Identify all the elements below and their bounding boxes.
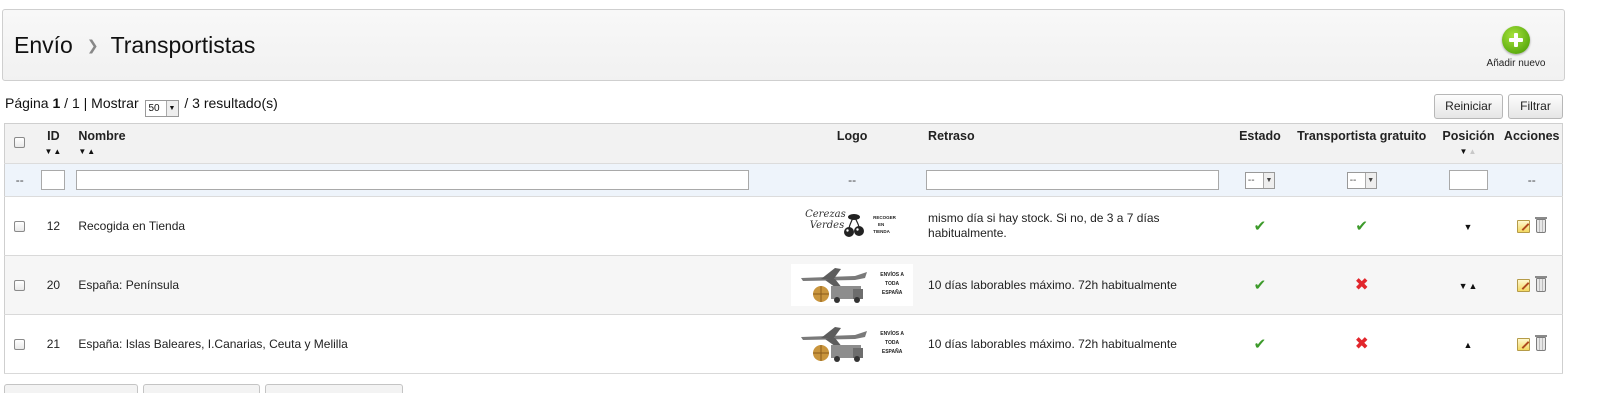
per-page-select[interactable]: 50 ▼	[144, 100, 179, 117]
row-delay: mismo día si hay stock. Si no, de 3 a 7 …	[922, 196, 1232, 256]
column-header-actions: Acciones	[1501, 123, 1563, 164]
filter-delay-input[interactable]	[926, 170, 1220, 190]
filter-actions-placeholder: --	[1501, 163, 1563, 197]
check-icon[interactable]: ✔	[1254, 336, 1267, 353]
filter-row: -- -- -- ▼ -- ▼ --	[4, 163, 1563, 197]
column-header-logo: Logo	[782, 123, 923, 164]
column-label-name: Nombre	[78, 129, 126, 143]
pagination-page-label: Página	[5, 95, 49, 111]
filter-id-input[interactable]	[41, 170, 66, 190]
page-title: Transportistas	[110, 32, 256, 58]
bulk-action-button[interactable]	[265, 384, 403, 393]
trash-icon[interactable]	[1535, 217, 1548, 234]
column-header-position: Posición ▼▲	[1435, 123, 1502, 164]
add-new-label: Añadir nuevo	[1486, 58, 1546, 69]
carrier-logo: ENVÍOS A TODA ESPAÑA	[791, 323, 914, 365]
trash-icon[interactable]	[1535, 335, 1548, 352]
filter-position-input[interactable]	[1448, 170, 1488, 190]
select-all-header	[4, 123, 35, 164]
row-id: 12	[34, 196, 73, 256]
column-header-delay: Retraso	[922, 123, 1232, 164]
column-label-position: Posición	[1442, 129, 1495, 143]
chevron-down-icon: ▼	[1364, 172, 1376, 188]
edit-icon[interactable]	[1517, 337, 1531, 351]
filter-status-select[interactable]: -- ▼	[1244, 171, 1275, 189]
filter-free-value: --	[1349, 174, 1357, 186]
breadcrumb: Envío ❯ Transportistas	[14, 32, 255, 59]
row-checkbox[interactable]	[14, 221, 26, 233]
logo-script-text: Cerezas Verdes	[805, 209, 846, 231]
filter-name-input[interactable]	[76, 170, 750, 190]
sort-arrows-icon[interactable]: ▼▲	[78, 147, 781, 156]
filter-status-value: --	[1247, 174, 1255, 186]
row-name: España: Islas Baleares, I.Canarias, Ceut…	[72, 314, 783, 374]
cross-icon[interactable]: ✖	[1355, 275, 1369, 294]
row-checkbox[interactable]	[14, 280, 26, 292]
row-checkbox[interactable]	[14, 339, 26, 351]
sort-arrows-icon[interactable]: ▼▲	[35, 147, 71, 156]
row-delay: 10 días laborables máximo. 72h habitualm…	[922, 255, 1232, 315]
chevron-down-icon: ▼	[1262, 172, 1274, 188]
column-header-free: Transportista gratuito	[1287, 123, 1436, 164]
airplane-truck-icon	[801, 268, 868, 303]
filter-free-select[interactable]: -- ▼	[1346, 171, 1377, 189]
column-header-name: Nombre ▼▲	[72, 123, 783, 164]
reset-button[interactable]: Reiniciar	[1434, 94, 1503, 119]
move-up-icon[interactable]: ▲	[1464, 340, 1474, 350]
move-down-icon[interactable]: ▼	[1464, 222, 1474, 232]
row-delay: 10 días laborables máximo. 72h habitualm…	[922, 314, 1232, 374]
page-toolbar: Envío ❯ Transportistas Añadir nuevo	[2, 9, 1565, 81]
airplane-truck-icon	[801, 327, 868, 362]
cherry-icon	[844, 214, 865, 237]
filter-logo-placeholder: --	[782, 163, 923, 197]
breadcrumb-parent[interactable]: Envío	[14, 32, 73, 58]
row-id: 21	[34, 314, 73, 374]
breadcrumb-chevron-icon: ❯	[86, 37, 99, 53]
bulk-action-button[interactable]	[4, 384, 138, 393]
move-up-down-icon[interactable]: ▼▲	[1459, 281, 1479, 291]
check-icon[interactable]: ✔	[1254, 277, 1267, 294]
filter-checkbox-placeholder: --	[4, 163, 35, 197]
logo-caption: RECOGER EN TIENDA	[873, 215, 896, 234]
logo-caption: ENVÍOS A TODA ESPAÑA	[880, 331, 904, 355]
column-header-status: Estado	[1231, 123, 1288, 164]
plus-icon	[1502, 26, 1530, 54]
results-count: / 3 resultado(s)	[184, 95, 278, 111]
filter-button[interactable]: Filtrar	[1508, 94, 1563, 119]
check-icon[interactable]: ✔	[1254, 218, 1267, 235]
cross-icon[interactable]: ✖	[1355, 334, 1369, 353]
carriers-table: ID ▼▲ Nombre ▼▲ Logo Retraso Estado Tran…	[4, 123, 1563, 374]
pagination-current-page: 1	[52, 95, 61, 111]
row-name: España: Península	[72, 255, 783, 315]
row-name: Recogida en Tienda	[72, 196, 783, 256]
select-all-checkbox[interactable]	[14, 137, 26, 148]
edit-icon[interactable]	[1517, 278, 1531, 292]
pagination-bar: Página 1 / 1 | Mostrar 50 ▼ / 3 resultado…	[5, 95, 278, 117]
table-row[interactable]: 21 España: Islas Baleares, I.Canarias, C…	[4, 314, 1563, 374]
table-header-row: ID ▼▲ Nombre ▼▲ Logo Retraso Estado Tran…	[4, 123, 1563, 164]
carrier-logo: Cerezas Verdes RECOGER EN TIENDA	[791, 205, 914, 247]
row-id: 20	[34, 255, 73, 315]
table-row[interactable]: 12 Recogida en Tienda Cerezas Verdes REC…	[4, 196, 1563, 256]
carrier-logo: ENVÍOS A TODA ESPAÑA	[791, 264, 914, 306]
column-label-id: ID	[47, 129, 60, 143]
chevron-down-icon: ▼	[165, 101, 178, 116]
pagination-total: / 1 | Mostrar	[64, 95, 139, 111]
add-new-button[interactable]: Añadir nuevo	[1478, 26, 1554, 69]
bulk-action-button[interactable]	[143, 384, 260, 393]
column-header-id: ID ▼▲	[34, 123, 73, 164]
edit-icon[interactable]	[1517, 219, 1531, 233]
per-page-value: 50	[148, 103, 160, 114]
check-icon[interactable]: ✔	[1355, 218, 1368, 235]
trash-icon[interactable]	[1535, 276, 1548, 293]
sort-arrows-icon[interactable]: ▼▲	[1437, 147, 1501, 156]
logo-caption: ENVÍOS A TODA ESPAÑA	[880, 272, 904, 296]
table-row[interactable]: 20 España: Península ENVÍOS A TODA ESPAÑ…	[4, 255, 1563, 315]
